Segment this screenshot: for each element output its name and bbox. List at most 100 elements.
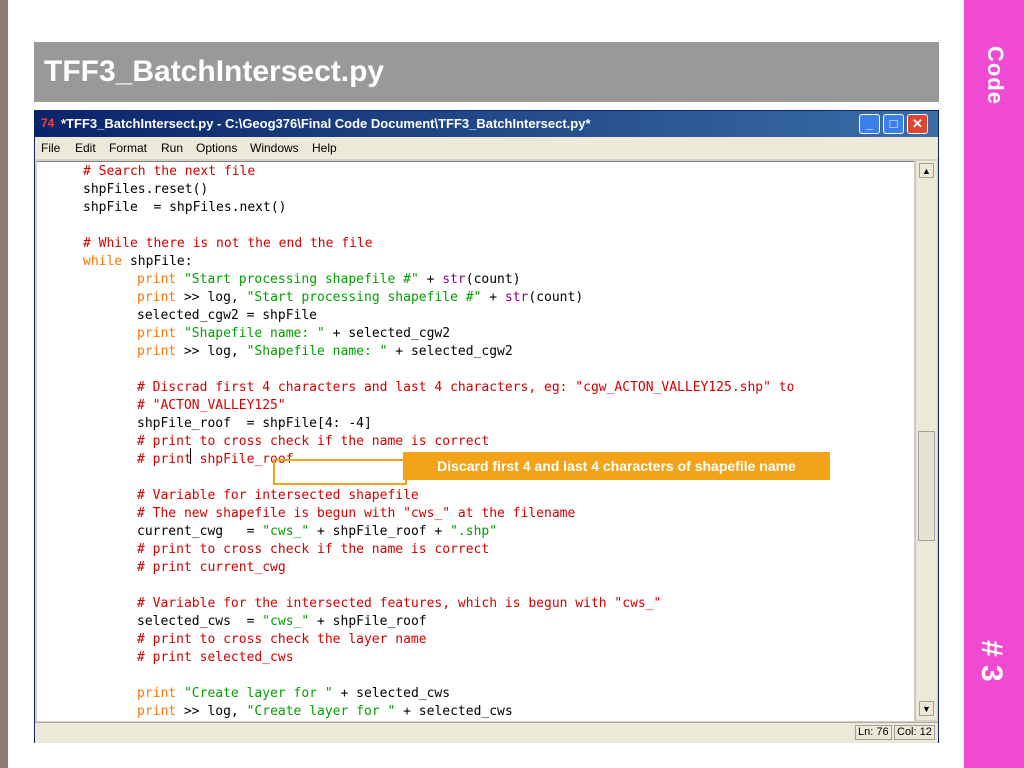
status-col: Col: 12 (894, 725, 935, 740)
code-token-comment: # Variable for intersected shapefile (137, 488, 419, 503)
code-line: # print shpFile_roof (137, 451, 294, 469)
window-title: *TFF3_BatchIntersect.py - C:\Geog376\Fin… (61, 116, 591, 131)
code-token-plain: + selected_cgw2 (324, 326, 451, 341)
menu-edit[interactable]: Edit (75, 141, 96, 155)
code-token-comment: # Search the next file (83, 164, 256, 179)
menu-format[interactable]: Format (109, 141, 147, 155)
idle-editor-window: 7​4 *TFF3_BatchIntersect.py - C:\Geog376… (34, 110, 939, 743)
menu-bar: File Edit Format Run Options Windows Hel… (35, 137, 938, 159)
code-token-comment: # "ACTON_VALLEY125" (137, 398, 286, 413)
code-line: # Variable for intersected shapefile (137, 487, 419, 505)
status-line: Ln: 76 (855, 725, 892, 740)
menu-options[interactable]: Options (196, 141, 237, 155)
code-token-string: "Shapefile name: " (246, 344, 388, 359)
minimize-button[interactable]: _ (859, 114, 880, 134)
code-line: while shpFile: (83, 253, 193, 271)
slice-highlight-box (273, 459, 407, 485)
code-token-string: "cws_" (262, 524, 310, 539)
code-token-plain: shpFile = shpFiles.next() (83, 200, 287, 215)
code-line: # print to cross check if the name is co… (137, 541, 489, 559)
code-line: # Search the next file (83, 163, 255, 181)
code-line: # print to cross check the layer name (137, 631, 427, 649)
vertical-scrollbar[interactable]: ▲ ▼ (915, 161, 937, 720)
code-line: # "ACTON_VALLEY125" (137, 397, 286, 415)
left-decorative-strip (0, 0, 8, 768)
code-line: # Variable for the intersected features,… (137, 595, 661, 613)
code-token-plain: selected_cws = (137, 614, 263, 629)
code-line: current_cwg = "cws_" + shpFile_roof + ".… (137, 523, 497, 541)
menu-file[interactable]: File (41, 141, 60, 155)
code-token-plain: shpFile: (122, 254, 193, 269)
code-line: print "Shapefile name: " + selected_cgw2 (137, 325, 450, 343)
code-line: selected_cws = "cws_" + shpFile_roof (137, 613, 427, 631)
code-line: selected_cgw2 = shpFile (137, 307, 317, 325)
code-token-comment: # While there is not the end the file (83, 236, 373, 251)
code-token-comment: # print to cross check the layer name (137, 632, 427, 647)
code-token-plain: (count) (528, 290, 584, 305)
code-token-plain: + shpFile_roof (309, 614, 427, 629)
code-line: print "Start processing shapefile #" + s… (137, 271, 521, 289)
window-titlebar[interactable]: 7​4 *TFF3_BatchIntersect.py - C:\Geog376… (35, 111, 938, 137)
code-line: shpFiles.reset() (83, 181, 208, 199)
text-cursor (190, 448, 191, 464)
code-token-builtin: str (504, 290, 529, 305)
code-line: # While there is not the end the file (83, 235, 373, 253)
code-line: print "Create layer for " + selected_cws (137, 685, 450, 703)
code-token-keyword: print (137, 704, 177, 719)
code-token-plain: >> log, (176, 344, 247, 359)
code-token-string: "Shapefile name: " (183, 326, 325, 341)
scroll-down-arrow-icon[interactable]: ▼ (919, 701, 934, 716)
maximize-icon: □ (889, 116, 898, 131)
code-token-plain: >> log, (176, 704, 247, 719)
code-token-plain: (count) (465, 272, 521, 287)
menu-windows[interactable]: Windows (250, 141, 299, 155)
code-token-plain: + (481, 290, 505, 305)
code-token-keyword: print (137, 290, 177, 305)
code-token-keyword: print (137, 272, 177, 287)
code-token-keyword: while (83, 254, 123, 269)
code-line: # print current_cwg (137, 559, 286, 577)
code-token-plain: + selected_cws (332, 686, 451, 701)
code-line: shpFile_roof = shpFile[4: -4] (137, 415, 372, 433)
slide-title: TFF3_BatchIntersect.py (44, 55, 385, 88)
code-token-comment: # print to cross check if the name is co… (137, 434, 490, 449)
code-token-plain: + selected_cgw2 (387, 344, 513, 359)
close-button[interactable]: ✕ (907, 114, 928, 134)
code-token-string: "Create layer for " (246, 704, 396, 719)
maximize-button[interactable]: □ (883, 114, 904, 134)
code-token-keyword: print (137, 326, 177, 341)
code-line: print >> log, "Create layer for " + sele… (137, 703, 513, 721)
code-editor[interactable]: print >> log, "Create layer for " + sele… (37, 161, 914, 721)
slide-title-bar: TFF3_BatchIntersect.py (34, 42, 939, 102)
code-token-plain: + (418, 272, 443, 287)
code-token-plain: >> log, (176, 290, 247, 305)
minimize-icon: _ (865, 116, 874, 131)
code-token-string: "Start processing shapefile #" (246, 290, 482, 305)
scroll-up-arrow-icon[interactable]: ▲ (919, 163, 934, 178)
code-line: shpFile = shpFiles.next() (83, 199, 287, 217)
code-token-comment: # print selected_cws (137, 650, 294, 665)
menu-help[interactable]: Help (312, 141, 337, 155)
slide-number: # 3 (975, 640, 1008, 682)
section-title: Code (983, 46, 1008, 105)
code-token-plain: + shpFile_roof + (309, 524, 451, 539)
code-token-builtin: str (442, 272, 466, 287)
python-idle-icon[interactable]: 7​4 (41, 116, 57, 131)
code-token-keyword: print (137, 344, 177, 359)
code-token-comment: # print current_cwg (137, 560, 286, 575)
code-token-comment: # print shpFile_roof (137, 452, 294, 467)
code-token-comment: # The new shapefile is begun with "cws_"… (137, 506, 576, 521)
code-token-string: "Start processing shapefile #" (183, 272, 419, 287)
code-line: # The new shapefile is begun with "cws_"… (137, 505, 575, 523)
menu-run[interactable]: Run (161, 141, 183, 155)
code-token-string: "cws_" (262, 614, 310, 629)
scroll-thumb[interactable] (918, 431, 935, 541)
annotation-callout: Discard first 4 and last 4 characters of… (403, 452, 830, 480)
code-token-comment: # Variable for the intersected features,… (137, 596, 662, 611)
code-token-keyword: print (137, 686, 177, 701)
code-token-comment: # Discrad first 4 characters and last 4 … (137, 380, 795, 395)
code-line: print >> log, "Shapefile name: " + selec… (137, 343, 513, 361)
